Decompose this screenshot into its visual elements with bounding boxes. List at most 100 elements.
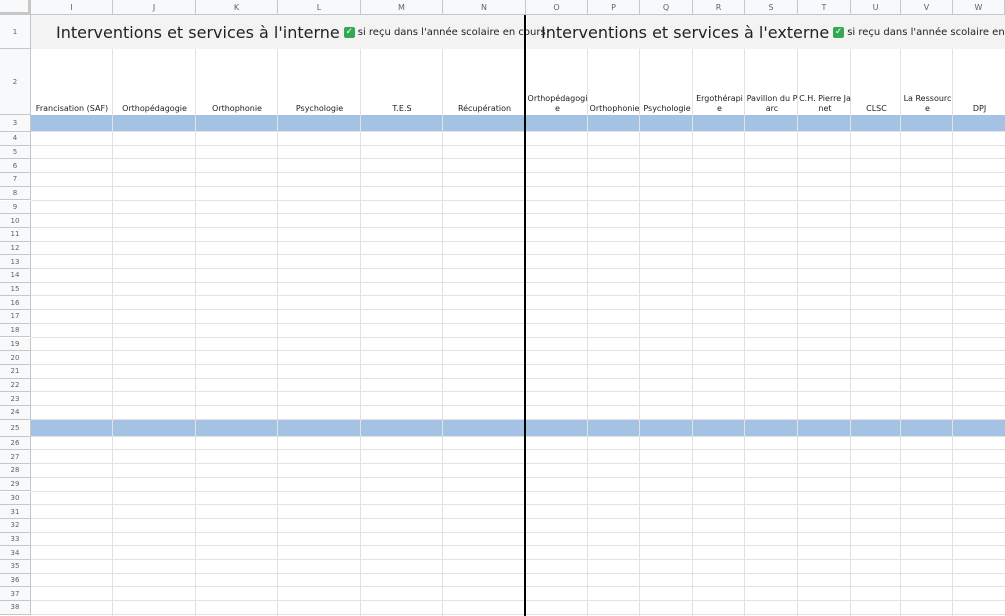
- highlight-band-row-25: [31, 419, 1005, 437]
- external-title: Interventions et services à l'externe: [541, 22, 830, 42]
- row-header-23[interactable]: 23: [0, 392, 31, 406]
- row-header-12[interactable]: 12: [0, 241, 31, 256]
- internal-service-header[interactable]: Psychologie: [278, 49, 361, 115]
- external-title-cell[interactable]: Interventions et services à l'externe ✓ …: [541, 15, 1005, 49]
- row-header-20[interactable]: 20: [0, 351, 31, 365]
- internal-service-header[interactable]: Orthopédagogie: [113, 49, 196, 115]
- column-header-v[interactable]: V: [901, 0, 953, 15]
- external-service-header[interactable]: Orthopédagogie: [527, 49, 588, 115]
- external-service-header[interactable]: DPJ: [954, 49, 1005, 115]
- row-gridline: [31, 449, 1005, 451]
- row-header-4[interactable]: 4: [0, 132, 31, 146]
- internal-service-header[interactable]: Francisation (SAF): [31, 49, 113, 115]
- row-header-33[interactable]: 33: [0, 532, 31, 547]
- row-header-19[interactable]: 19: [0, 337, 31, 352]
- row-header-10[interactable]: 10: [0, 214, 31, 228]
- row-header-36[interactable]: 36: [0, 573, 31, 588]
- row-header-13[interactable]: 13: [0, 255, 31, 269]
- row-header-14[interactable]: 14: [0, 269, 31, 283]
- row-header-22[interactable]: 22: [0, 378, 31, 393]
- column-gridline: [112, 49, 113, 616]
- check-box-icon: ✓: [833, 26, 845, 38]
- row-header-32[interactable]: 32: [0, 518, 31, 533]
- column-gridline: [587, 49, 588, 616]
- row-header-11[interactable]: 11: [0, 227, 31, 242]
- row-gridline: [31, 144, 1005, 146]
- column-header-k[interactable]: K: [196, 0, 278, 15]
- row-header-24[interactable]: 24: [0, 406, 31, 420]
- row-header-15[interactable]: 15: [0, 282, 31, 297]
- column-header-r[interactable]: R: [693, 0, 745, 15]
- external-service-header[interactable]: Pavillon du Parc: [746, 49, 798, 115]
- row-gridline: [31, 240, 1005, 242]
- row-gridline: [31, 322, 1005, 324]
- row-gridline: [31, 476, 1005, 478]
- row-header-30[interactable]: 30: [0, 491, 31, 506]
- column-header-i[interactable]: I: [31, 0, 113, 15]
- row-gridline: [31, 586, 1005, 588]
- internal-service-header[interactable]: Récupération: [443, 49, 526, 115]
- column-header-l[interactable]: L: [278, 0, 361, 15]
- row-header-26[interactable]: 26: [0, 436, 31, 451]
- row-gridline: [31, 309, 1005, 311]
- row-gridline: [31, 254, 1005, 256]
- external-service-header[interactable]: Psychologie: [641, 49, 693, 115]
- row-header-21[interactable]: 21: [0, 364, 31, 379]
- spreadsheet-grid[interactable]: IJKLMNOPQRSTUVW 1 2 3 4 5 6 7 8 9 10 11 12 13 14 15 16 1…: [0, 0, 1005, 616]
- row-header-28[interactable]: 28: [0, 464, 31, 478]
- external-service-header[interactable]: CLSC: [852, 49, 901, 115]
- row-gridline: [31, 600, 1005, 602]
- select-all-corner[interactable]: [0, 0, 31, 15]
- row-gridline: [31, 363, 1005, 365]
- column-gridline: [277, 49, 278, 616]
- row-header-17[interactable]: 17: [0, 310, 31, 324]
- row-header-31[interactable]: 31: [0, 505, 31, 519]
- internal-title-cell[interactable]: Interventions et services à l'interne ✓ …: [56, 15, 546, 49]
- row-header-5[interactable]: 5: [0, 145, 31, 160]
- row-header-25[interactable]: 25: [0, 419, 31, 437]
- row-gridline: [31, 226, 1005, 228]
- row-gridline: [31, 531, 1005, 533]
- row-gridline: [31, 281, 1005, 283]
- row-header-38[interactable]: 38: [0, 601, 31, 615]
- column-header-s[interactable]: S: [745, 0, 798, 15]
- row-gridline: [31, 199, 1005, 201]
- row-header-2[interactable]: 2: [0, 49, 31, 115]
- row-header-3[interactable]: 3: [0, 115, 31, 132]
- row-header-8[interactable]: 8: [0, 186, 31, 201]
- internal-service-header[interactable]: Orthophonie: [196, 49, 278, 115]
- external-service-header[interactable]: La Ressource: [902, 49, 953, 115]
- row-gridline: [31, 131, 1005, 132]
- row-gridline: [31, 213, 1005, 215]
- internal-service-header[interactable]: T.E.S: [361, 49, 443, 115]
- column-header-m[interactable]: M: [361, 0, 443, 15]
- column-header-o[interactable]: O: [526, 0, 588, 15]
- row-gridline: [31, 504, 1005, 506]
- row-header-16[interactable]: 16: [0, 296, 31, 311]
- column-header-q[interactable]: Q: [640, 0, 693, 15]
- column-header-u[interactable]: U: [851, 0, 901, 15]
- external-service-header[interactable]: Ergothérapie: [694, 49, 745, 115]
- row-header-1[interactable]: 1: [0, 15, 31, 49]
- row-header-6[interactable]: 6: [0, 159, 31, 174]
- row-gridline: [31, 490, 1005, 492]
- row-header-37[interactable]: 37: [0, 587, 31, 602]
- row-header-27[interactable]: 27: [0, 450, 31, 465]
- column-header-t[interactable]: T: [798, 0, 851, 15]
- row-header-35[interactable]: 35: [0, 560, 31, 574]
- highlight-band-row-3: [31, 115, 1005, 132]
- column-header-w[interactable]: W: [953, 0, 1005, 15]
- column-header-j[interactable]: J: [113, 0, 196, 15]
- row-gridline: [31, 613, 1005, 615]
- column-gridline: [797, 49, 798, 616]
- column-header-p[interactable]: P: [588, 0, 640, 15]
- row-header-34[interactable]: 34: [0, 546, 31, 560]
- column-gridline: [952, 49, 953, 616]
- row-header-29[interactable]: 29: [0, 477, 31, 492]
- row-header-7[interactable]: 7: [0, 173, 31, 187]
- column-header-n[interactable]: N: [443, 0, 526, 15]
- external-service-header[interactable]: C.H. Pierre Janet: [799, 49, 851, 115]
- external-service-header[interactable]: Orthophonie: [589, 49, 640, 115]
- row-header-9[interactable]: 9: [0, 200, 31, 215]
- row-header-18[interactable]: 18: [0, 323, 31, 338]
